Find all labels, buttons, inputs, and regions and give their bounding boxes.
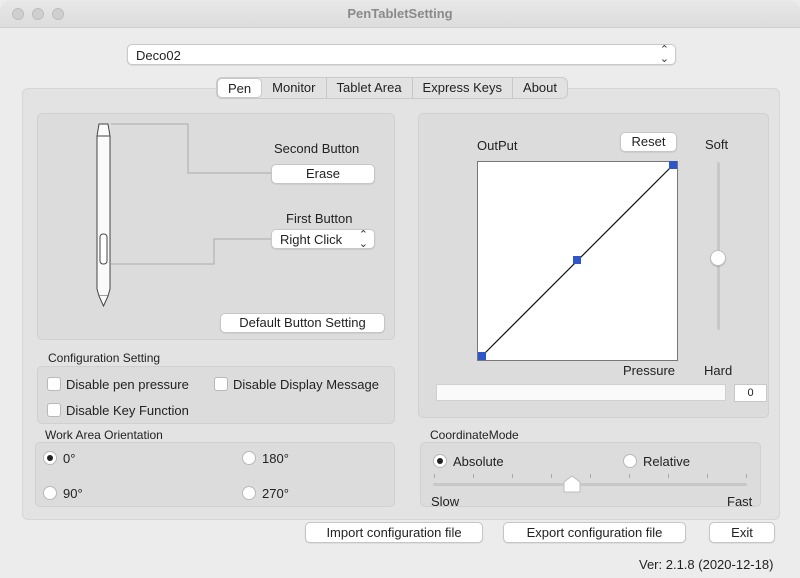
disable-key-function-checkbox[interactable] [47, 403, 61, 417]
slow-label: Slow [431, 494, 460, 509]
absolute-mode-radio[interactable] [433, 454, 447, 468]
softness-slider-thumb[interactable] [710, 250, 726, 266]
first-button-label: First Button [286, 211, 353, 226]
chevron-updown-icon: ⌃ ⌄ [358, 229, 368, 250]
pressure-level-bar [436, 384, 726, 401]
app-window: PenTabletSetting Deco02 ⌃ ⌄ Pen Monitor T… [0, 0, 800, 578]
speed-tick [590, 474, 591, 478]
orientation-270-label: 270° [262, 486, 289, 501]
tab-bar: Pen Monitor Tablet Area Express Keys Abo… [216, 77, 569, 99]
relative-mode-radio[interactable] [623, 454, 637, 468]
curve-handle-end[interactable] [669, 161, 677, 169]
speed-slider-track[interactable] [433, 483, 747, 486]
tab-tablet-area[interactable]: Tablet Area [327, 78, 413, 98]
coordinate-mode-group: Absolute Relative Slow Fast [420, 442, 761, 509]
pressure-curve-graph[interactable] [477, 161, 679, 362]
import-configuration-button[interactable]: Import configuration file [305, 522, 483, 543]
coordinate-mode-title: CoordinateMode [430, 428, 519, 442]
second-button-action-button[interactable]: Erase [271, 164, 375, 184]
reset-curve-button[interactable]: Reset [620, 132, 677, 152]
hard-label: Hard [704, 363, 733, 378]
export-configuration-button[interactable]: Export configuration file [503, 522, 686, 543]
speed-slider-thumb[interactable] [563, 475, 581, 493]
first-button-action-select[interactable]: Right Click ⌃ ⌄ [271, 229, 375, 250]
pressure-axis-label: Pressure [623, 363, 676, 378]
work-area-orientation-title: Work Area Orientation [45, 428, 163, 442]
disable-display-message-label: Disable Display Message [233, 377, 379, 392]
curve-handle-middle[interactable] [573, 256, 581, 264]
orientation-0-label: 0° [63, 451, 76, 466]
default-button-setting-button[interactable]: Default Button Setting [220, 313, 385, 333]
disable-pen-pressure-checkbox[interactable] [47, 377, 61, 391]
speed-tick [746, 474, 747, 478]
second-button-label: Second Button [274, 141, 360, 156]
device-select[interactable]: Deco02 ⌃ ⌄ [127, 44, 676, 65]
chevron-updown-icon: ⌃ ⌄ [659, 44, 669, 65]
tab-pen[interactable]: Pen [217, 78, 263, 98]
speed-tick [629, 474, 630, 478]
pressure-curve-group: OutPut Reset Soft Pressure Hard 0 [418, 113, 769, 418]
title-bar: PenTabletSetting [0, 0, 800, 28]
configuration-group: Disable pen pressure Disable Display Mes… [37, 366, 395, 424]
speed-tick [434, 474, 435, 478]
tab-express-keys[interactable]: Express Keys [413, 78, 514, 98]
pen-buttons-group: Second Button Erase First Button Right C… [37, 113, 395, 340]
orientation-group: 0° 180° 90° 270° [35, 442, 395, 507]
orientation-0-radio[interactable] [43, 451, 57, 465]
output-axis-label: OutPut [477, 138, 518, 153]
speed-tick [551, 474, 552, 478]
speed-tick [512, 474, 513, 478]
orientation-270-radio[interactable] [242, 486, 256, 500]
speed-tick [707, 474, 708, 478]
orientation-90-radio[interactable] [43, 486, 57, 500]
tab-about[interactable]: About [513, 78, 567, 98]
absolute-mode-label: Absolute [453, 454, 504, 469]
relative-mode-label: Relative [643, 454, 690, 469]
orientation-180-label: 180° [262, 451, 289, 466]
disable-pen-pressure-label: Disable pen pressure [66, 377, 189, 392]
configuration-setting-title: Configuration Setting [48, 351, 161, 365]
tab-monitor[interactable]: Monitor [262, 78, 327, 98]
pressure-value-field: 0 [734, 384, 767, 402]
speed-tick [668, 474, 669, 478]
speed-tick [473, 474, 474, 478]
softness-slider-track[interactable] [717, 162, 720, 330]
first-button-action-value: Right Click [280, 232, 343, 247]
orientation-180-radio[interactable] [242, 451, 256, 465]
disable-key-function-label: Disable Key Function [66, 403, 189, 418]
orientation-90-label: 90° [63, 486, 83, 501]
exit-button[interactable]: Exit [709, 522, 775, 543]
version-label: Ver: 2.1.8 (2020-12-18) [639, 557, 774, 572]
window-title: PenTabletSetting [347, 6, 453, 21]
fast-label: Fast [727, 494, 753, 509]
curve-handle-start[interactable] [478, 352, 486, 360]
soft-label: Soft [705, 137, 729, 152]
device-select-value: Deco02 [136, 48, 181, 63]
disable-display-message-checkbox[interactable] [214, 377, 228, 391]
